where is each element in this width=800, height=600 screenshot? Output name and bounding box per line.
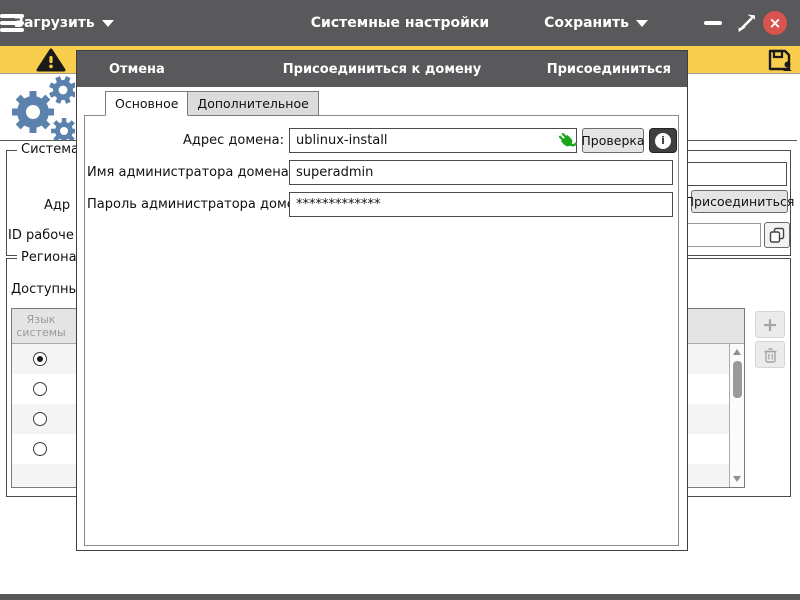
admin-name-label: Имя администратора домена: — [87, 160, 284, 185]
language-column-header: Язык системы — [12, 313, 70, 339]
settings-gears-icon — [6, 74, 75, 140]
connection-ok-plug-icon — [555, 130, 577, 151]
domain-address-input[interactable] — [289, 128, 577, 153]
tab-main[interactable]: Основное — [105, 91, 188, 116]
join-domain-button-background[interactable]: Присоединиться — [691, 190, 788, 213]
check-button[interactable]: Проверка — [582, 128, 644, 153]
load-menu-label: Загрузить — [14, 15, 95, 31]
load-menu-button[interactable]: Загрузить — [14, 0, 114, 46]
save-menu-button[interactable]: Сохранить — [544, 0, 648, 46]
scroll-up-icon[interactable] — [733, 349, 741, 355]
save-file-icon[interactable] — [766, 48, 794, 72]
join-domain-dialog: Отмена Присоединиться к домену Присоедин… — [76, 50, 688, 551]
delete-language-button[interactable] — [755, 341, 785, 368]
window-title: Системные настройки — [0, 0, 800, 46]
resize-expand-icon[interactable] — [735, 11, 759, 35]
system-settings-window: Загрузить Системные настройки Сохранить … — [0, 0, 800, 600]
radio-selected[interactable] — [33, 352, 47, 366]
admin-name-input[interactable] — [289, 160, 673, 185]
save-menu-label: Сохранить — [544, 15, 629, 31]
admin-password-label: Пароль администратора домена: — [87, 192, 284, 217]
close-window-icon[interactable]: × — [763, 11, 787, 35]
scrollbar-thumb[interactable] — [733, 361, 742, 398]
chevron-down-icon — [636, 20, 648, 27]
radio-unselected[interactable] — [33, 442, 47, 456]
tab-additional[interactable]: Дополнительное — [188, 91, 318, 116]
copy-button[interactable] — [764, 222, 790, 248]
radio-unselected[interactable] — [33, 382, 47, 396]
address-label-truncated: Адр — [44, 198, 70, 213]
workgroup-id-label-truncated: ID рабоче — [8, 228, 74, 243]
add-language-button[interactable]: + — [755, 311, 785, 338]
available-languages-label-truncated: Доступны — [11, 282, 79, 297]
info-button[interactable]: i — [649, 128, 677, 153]
dialog-tabs: Основное Дополнительное — [105, 91, 319, 116]
radio-unselected[interactable] — [33, 412, 47, 426]
bottom-status-bar — [0, 594, 800, 600]
trash-icon — [763, 347, 778, 363]
cancel-button[interactable]: Отмена — [109, 51, 165, 87]
domain-address-label: Адрес домена: — [87, 128, 284, 153]
chevron-down-icon — [102, 20, 114, 27]
vertical-scrollbar[interactable] — [729, 344, 744, 487]
dialog-header: Отмена Присоединиться к домену Присоедин… — [77, 51, 687, 87]
copy-pages-icon — [769, 227, 785, 243]
info-circle-icon: i — [655, 133, 671, 149]
hamburger-menu-icon[interactable] — [0, 14, 24, 32]
warning-triangle-icon — [36, 48, 66, 72]
admin-password-input[interactable] — [289, 192, 673, 217]
system-groupbox-label: Система — [17, 142, 83, 157]
scroll-down-icon[interactable] — [733, 476, 741, 482]
minimize-icon[interactable] — [704, 21, 722, 25]
title-bar: Загрузить Системные настройки Сохранить … — [0, 0, 800, 46]
join-button[interactable]: Присоединиться — [547, 51, 671, 87]
